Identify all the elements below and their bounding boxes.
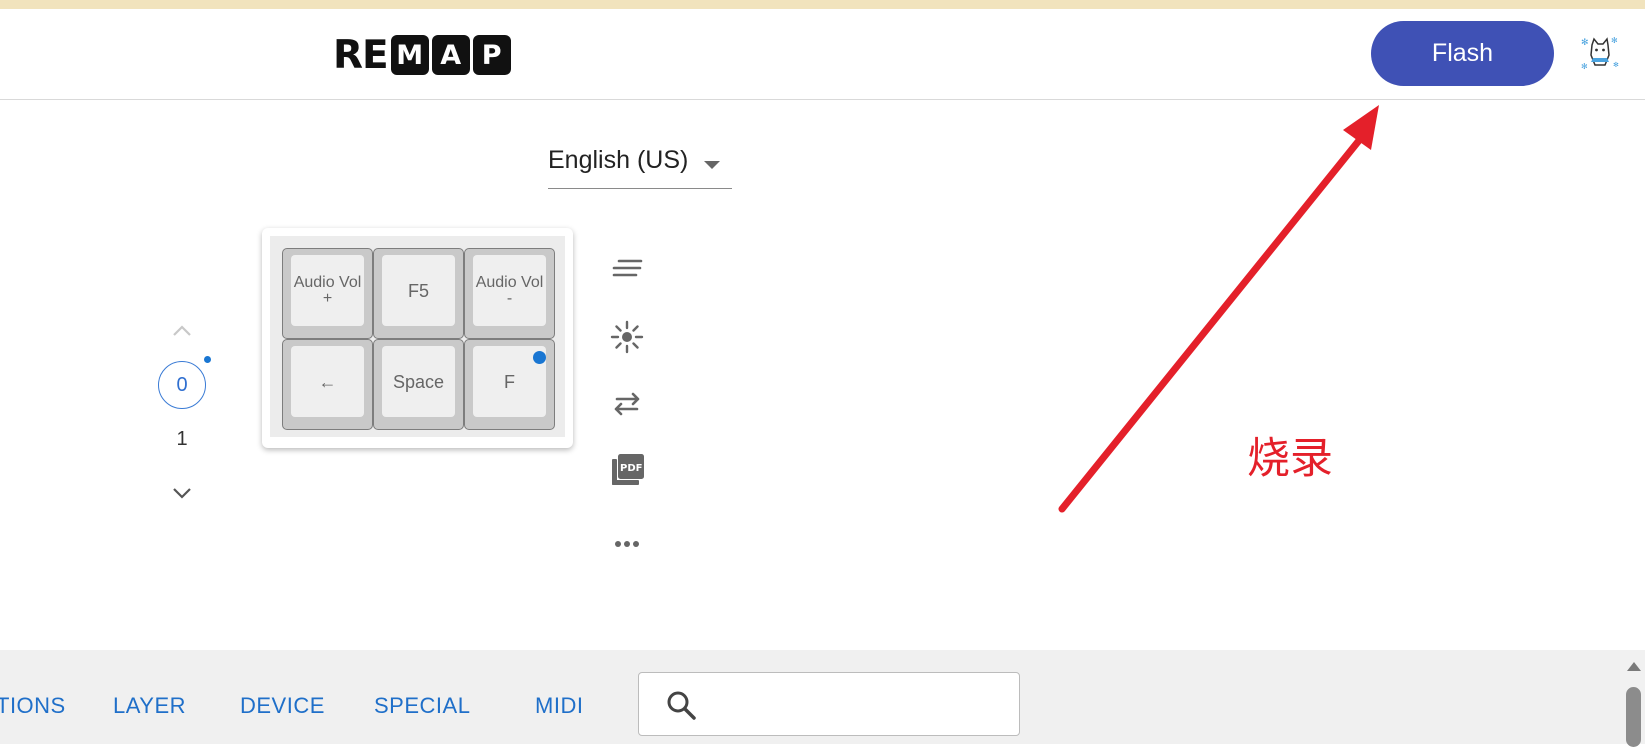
- page-scrollbar[interactable]: [1620, 650, 1645, 747]
- tab-midi[interactable]: MIDI: [535, 693, 583, 719]
- search-icon: [667, 691, 696, 720]
- annotation-arrow: [1058, 105, 1379, 513]
- tab-device[interactable]: DEVICE: [240, 693, 325, 719]
- annotation-label: 烧录: [1247, 434, 1333, 484]
- tab-functions[interactable]: TIONS: [0, 693, 66, 719]
- tab-special[interactable]: SPECIAL: [374, 693, 470, 719]
- scroll-thumb[interactable]: [1626, 687, 1641, 747]
- search-input[interactable]: [695, 681, 1009, 729]
- keycode-category-bar: TIONS LAYER DEVICE SPECIAL MIDI: [0, 650, 1620, 744]
- tab-layer[interactable]: LAYER: [113, 693, 186, 719]
- scroll-up-arrow-icon[interactable]: [1627, 662, 1641, 671]
- keycode-search: [638, 672, 1020, 736]
